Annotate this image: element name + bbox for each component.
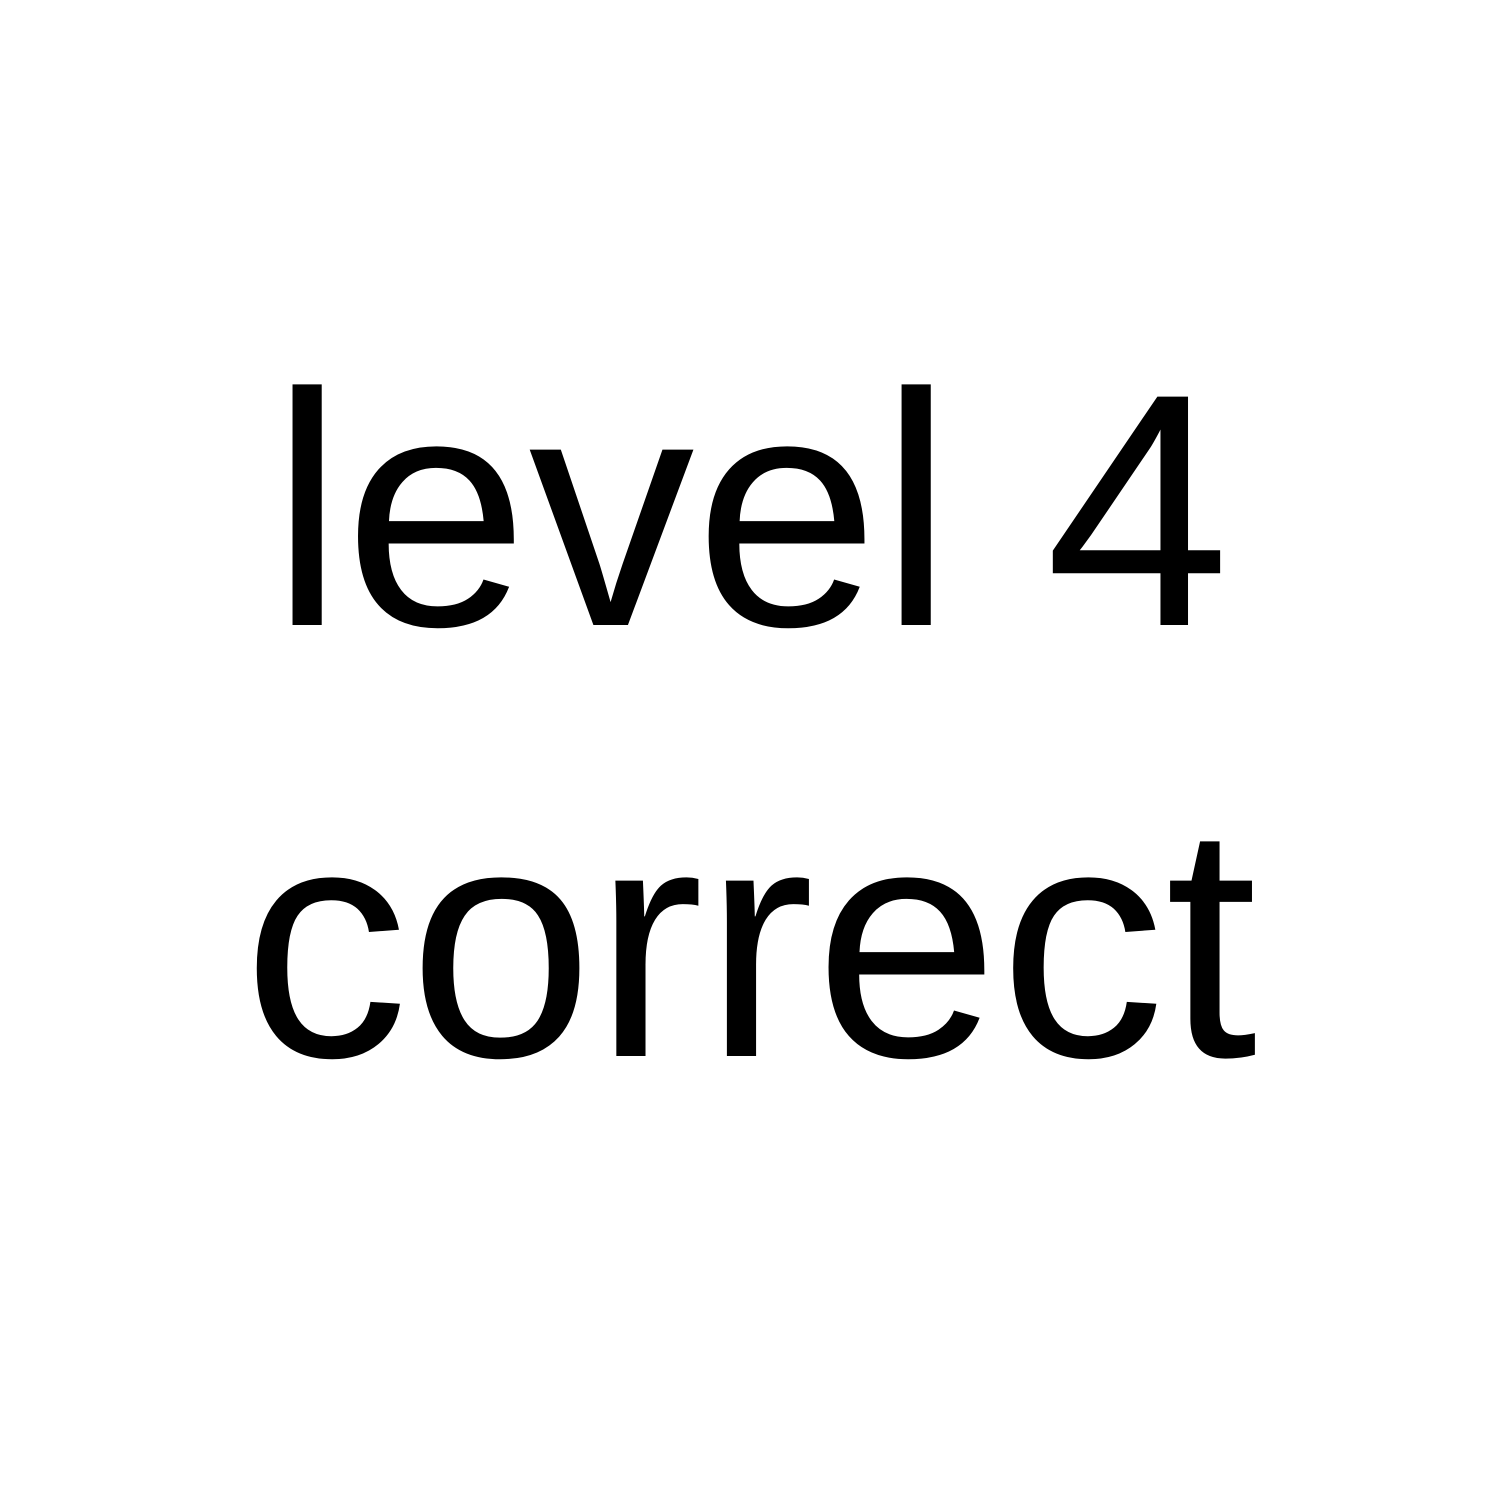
message-line-2: correct	[242, 756, 1258, 1127]
message-screen: level 4 correct	[0, 0, 1500, 1500]
message-line-1: level 4	[270, 325, 1230, 696]
